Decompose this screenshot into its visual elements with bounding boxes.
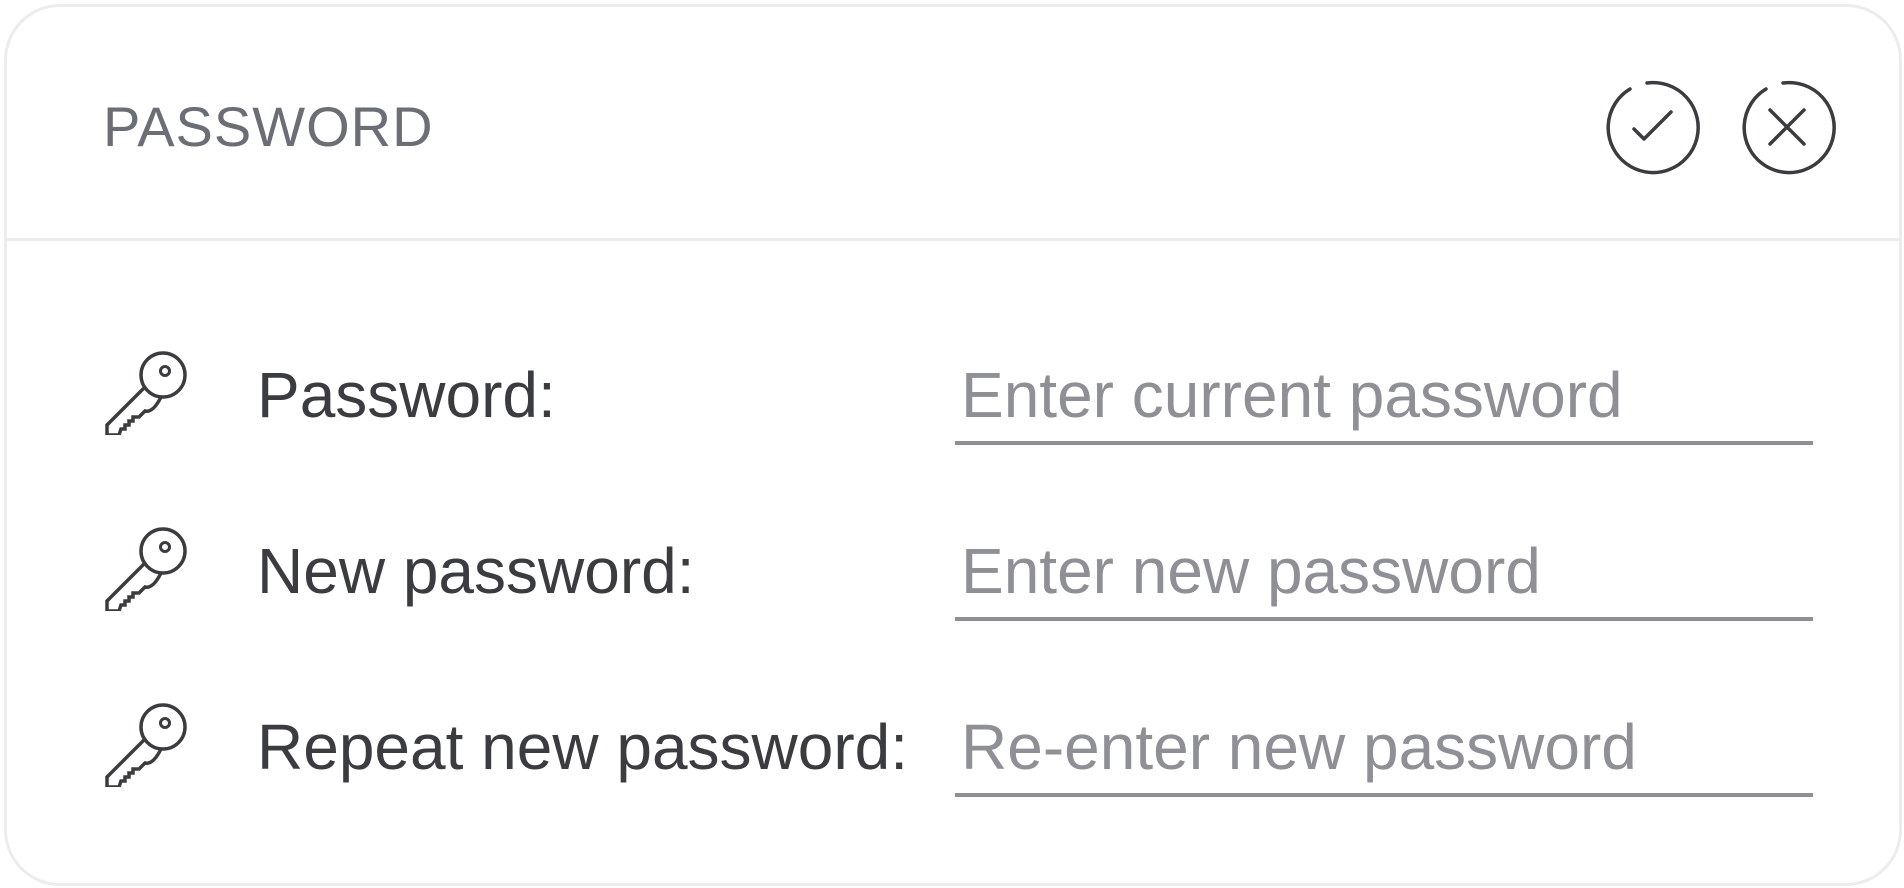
current-password-label: Password: — [257, 359, 556, 431]
repeat-password-input[interactable] — [955, 701, 1813, 797]
password-dialog: PASSWORD Password: New password: Repeat … — [4, 4, 1902, 886]
current-password-input[interactable] — [955, 349, 1813, 445]
dialog-title: PASSWORD — [103, 95, 434, 158]
key-icon — [103, 351, 187, 437]
close-button[interactable] — [1737, 77, 1837, 177]
repeat-password-label: Repeat new password: — [257, 711, 909, 783]
confirm-button[interactable] — [1601, 77, 1701, 177]
repeat-password-row: Repeat new password: — [7, 689, 1899, 809]
check-circle-icon — [1606, 80, 1700, 175]
new-password-label: New password: — [257, 535, 695, 607]
key-icon — [103, 527, 187, 613]
current-password-row: Password: — [7, 337, 1899, 457]
close-circle-icon — [1742, 80, 1836, 175]
new-password-input[interactable] — [955, 525, 1813, 621]
new-password-row: New password: — [7, 513, 1899, 633]
key-icon — [103, 703, 187, 789]
dialog-header: PASSWORD — [7, 7, 1899, 241]
